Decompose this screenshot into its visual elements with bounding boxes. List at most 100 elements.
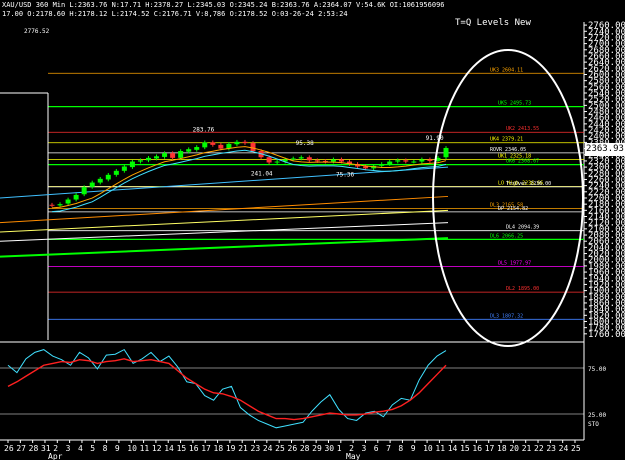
level-label: DL6 2066.25 (490, 233, 523, 239)
level-label: DL5 1977.97 (498, 261, 531, 267)
x-tick-label: 11 (140, 444, 150, 453)
level-label: DL3 1807.32 (490, 313, 523, 319)
candle-body (129, 161, 135, 168)
x-tick-label: 8 (398, 444, 403, 453)
x-tick-label: 16 (472, 444, 482, 453)
trend-line (0, 166, 449, 199)
x-tick-label: 28 (29, 444, 39, 453)
candle-body (73, 194, 79, 200)
candle-body (387, 161, 393, 165)
x-tick-label: 1 (337, 444, 342, 453)
candle-body (427, 159, 433, 161)
x-tick-label: 15 (460, 444, 470, 453)
x-tick-label: 29 (312, 444, 322, 453)
x-tick-label: 6 (374, 444, 379, 453)
candle-body (443, 147, 449, 158)
candle-body (65, 199, 71, 204)
x-tick-label: 10 (423, 444, 433, 453)
level-label: DP 2154.82 (498, 206, 528, 212)
x-tick-label: 30 (324, 444, 334, 453)
x-tick-label: 25 (571, 444, 581, 453)
price-annotation: 91.90 (426, 135, 444, 142)
highlight-ellipse (432, 49, 584, 347)
candle-body (113, 170, 119, 175)
x-tick-label: 24 (559, 444, 569, 453)
x-tick-label: 7 (386, 444, 391, 453)
chart-title: T=Q Levels New (455, 18, 531, 28)
x-tick-label: 23 (251, 444, 261, 453)
x-tick-label: 24 (263, 444, 273, 453)
x-tick-label: 4 (78, 444, 83, 453)
candle-body (330, 159, 336, 162)
price-annotation: 283.76 (193, 127, 215, 134)
x-tick-label: 9 (411, 444, 416, 453)
candle-body (194, 147, 200, 150)
price-chart[interactable]: 2760.002740.002720.002700.002680.002660.… (0, 0, 625, 460)
x-tick-label: 18 (214, 444, 224, 453)
x-tick-label: 16 (189, 444, 199, 453)
candle-body (145, 157, 151, 161)
x-tick-label: 10 (127, 444, 137, 453)
x-tick-label: 8 (103, 444, 108, 453)
x-tick-label: 17 (485, 444, 495, 453)
candle-body (97, 178, 103, 183)
candle-body (411, 161, 417, 163)
x-tick-label: 17 (201, 444, 211, 453)
price-annotation: 95.38 (296, 140, 314, 147)
x-tick-label: 21 (238, 444, 248, 453)
candle-body (274, 161, 280, 163)
sto-tick-label: 75.00 (588, 366, 606, 373)
x-tick-label: 3 (66, 444, 71, 453)
candle-body (154, 156, 160, 159)
candle-body (218, 144, 224, 149)
candle-body (298, 157, 304, 159)
candle-body (170, 153, 176, 158)
x-tick-label: 12 (152, 444, 162, 453)
candle-body (162, 153, 168, 157)
x-tick-label: 20 (509, 444, 519, 453)
trend-line (0, 222, 449, 242)
sto-tick-label: 25.00 (588, 412, 606, 419)
candle-body (234, 141, 240, 145)
candle-body (290, 158, 296, 160)
top-left-value: 2776.52 (24, 28, 50, 35)
candle-body (105, 174, 111, 180)
candle-body (202, 142, 208, 148)
level-label: UK6 2308.07 (506, 159, 539, 165)
sto-title: STO (588, 421, 599, 428)
candle-body (419, 159, 425, 162)
x-tick-label: 3 (361, 444, 366, 453)
x-tick-label: 21 (522, 444, 532, 453)
x-tick-label: 14 (448, 444, 458, 453)
y-tick-label: 1760.00 (588, 330, 625, 340)
candle-body (137, 160, 143, 162)
candle-body (49, 204, 55, 206)
candle-body (250, 143, 256, 152)
x-tick-label: 23 (546, 444, 556, 453)
candle-body (242, 141, 248, 144)
level-label: UK2 2413.55 (506, 126, 539, 132)
candle-body (403, 160, 409, 162)
candle-body (306, 157, 312, 161)
level-label: ROVR 2346.05 (490, 147, 526, 153)
candle-body (210, 142, 216, 145)
level-label: UK3 2604.11 (490, 67, 523, 73)
candle-body (81, 187, 87, 195)
x-tick-label: 26 (4, 444, 14, 453)
candle-body (363, 166, 369, 169)
level-label: DL4 2094.39 (506, 225, 539, 231)
level-label: DL2 1895.00 (506, 286, 539, 292)
month-label-may: May (346, 452, 361, 460)
candle-body (379, 164, 385, 166)
last-price-tag: 2363.93 (585, 143, 625, 156)
level-label: TrsOver 2236.00 (506, 181, 551, 187)
x-tick-label: 9 (115, 444, 120, 453)
candle-body (186, 149, 192, 152)
candle-body (338, 159, 344, 162)
x-tick-label: 5 (90, 444, 95, 453)
x-tick-label: 27 (16, 444, 26, 453)
x-tick-label: 11 (435, 444, 445, 453)
x-tick-label: 26 (288, 444, 298, 453)
x-tick-label: 19 (226, 444, 236, 453)
x-tick-label: 28 (300, 444, 310, 453)
